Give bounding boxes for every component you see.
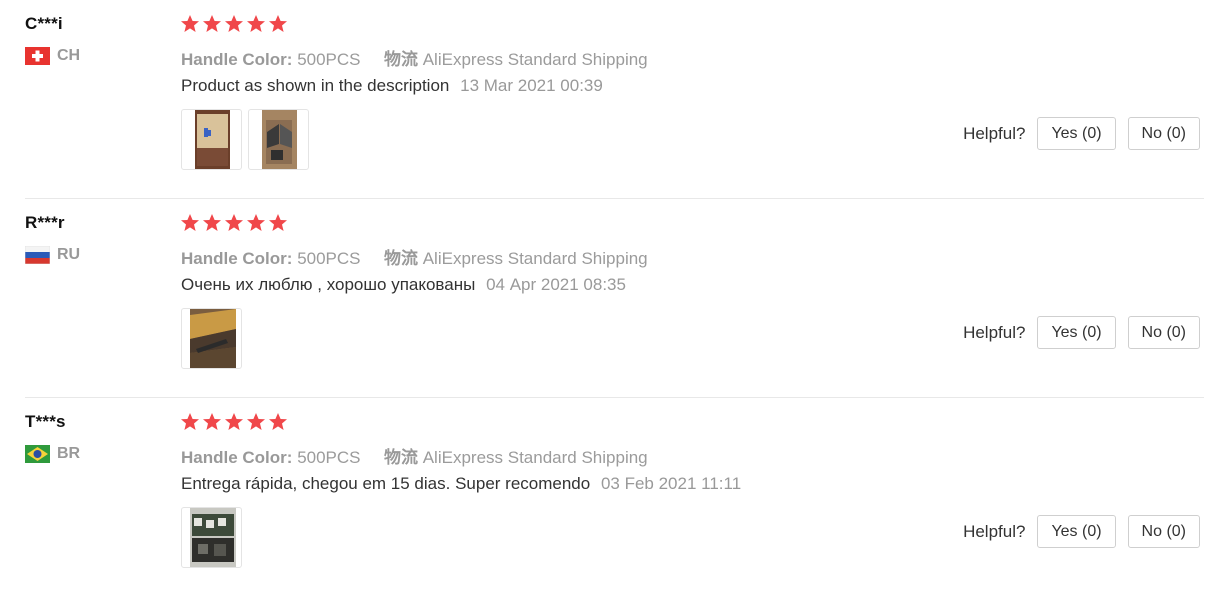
star-icon bbox=[203, 413, 221, 430]
star-icon bbox=[269, 413, 287, 430]
country-code: RU bbox=[57, 246, 81, 263]
star-icon bbox=[225, 214, 243, 231]
review-photo-thumbnail[interactable] bbox=[181, 308, 242, 369]
star-icon bbox=[203, 15, 221, 32]
star-icon bbox=[181, 413, 199, 430]
attribute-label: Handle Color: bbox=[181, 448, 293, 467]
review-photos bbox=[181, 109, 309, 170]
logistics-label: 物流 bbox=[383, 249, 418, 268]
switzerland-flag-icon bbox=[25, 47, 50, 65]
star-rating bbox=[180, 213, 288, 233]
star-icon bbox=[269, 214, 287, 231]
logistics-value: AliExpress Standard Shipping bbox=[422, 249, 648, 268]
review-list: C***i CH Handle Color: 500PCS 物流 AliExpr… bbox=[0, 0, 1229, 595]
feedback-text: Очень их люблю , хорошо упакованы bbox=[181, 275, 476, 294]
order-info: Handle Color: 500PCS 物流 AliExpress Stand… bbox=[181, 443, 648, 468]
logistics-value: AliExpress Standard Shipping bbox=[422, 50, 648, 69]
reviewer-country: RU bbox=[25, 246, 80, 264]
reviewer-country: BR bbox=[25, 445, 80, 463]
star-icon bbox=[203, 214, 221, 231]
feedback-text: Product as shown in the description bbox=[181, 76, 450, 95]
review-photos bbox=[181, 507, 242, 568]
helpful-no-button[interactable]: No (0) bbox=[1127, 117, 1200, 150]
feedback-text: Entrega rápida, chegou em 15 dias. Super… bbox=[181, 474, 591, 493]
order-info: Handle Color: 500PCS 物流 AliExpress Stand… bbox=[181, 45, 648, 70]
logistics-label: 物流 bbox=[383, 50, 418, 69]
logistics-label: 物流 bbox=[383, 448, 418, 467]
review-photo-thumbnail[interactable] bbox=[248, 109, 309, 170]
helpful-section: Helpful? Yes (0) No (0) bbox=[963, 117, 1200, 150]
helpful-no-button[interactable]: No (0) bbox=[1127, 515, 1200, 548]
star-icon bbox=[181, 214, 199, 231]
star-icon bbox=[247, 413, 265, 430]
review-date: 13 Mar 2021 00:39 bbox=[460, 76, 603, 95]
star-icon bbox=[181, 15, 199, 32]
feedback-text-row: Очень их люблю , хорошо упакованы 04 Apr… bbox=[181, 275, 626, 295]
russia-flag-icon bbox=[25, 246, 50, 264]
logistics-value: AliExpress Standard Shipping bbox=[422, 448, 648, 467]
attribute-label: Handle Color: bbox=[181, 249, 293, 268]
reviewer-name: T***s bbox=[25, 412, 66, 431]
helpful-label: Helpful? bbox=[963, 521, 1026, 541]
country-code: CH bbox=[57, 47, 81, 64]
helpful-no-button[interactable]: No (0) bbox=[1127, 316, 1200, 349]
brazil-flag-icon bbox=[25, 445, 50, 463]
reviewer-country: CH bbox=[25, 47, 80, 65]
review-item: C***i CH Handle Color: 500PCS 物流 AliExpr… bbox=[0, 0, 1229, 199]
reviewer-name: R***r bbox=[25, 213, 65, 232]
helpful-yes-button[interactable]: Yes (0) bbox=[1037, 316, 1116, 349]
attribute-value: 500PCS bbox=[297, 249, 361, 268]
review-photos bbox=[181, 308, 242, 369]
reviewer-name: C***i bbox=[25, 14, 63, 33]
attribute-value: 500PCS bbox=[297, 50, 361, 69]
review-item: T***s BR Handle Color: 500PCS 物流 AliExpr… bbox=[0, 398, 1229, 595]
feedback-text-row: Product as shown in the description 13 M… bbox=[181, 76, 603, 96]
helpful-section: Helpful? Yes (0) No (0) bbox=[963, 515, 1200, 548]
helpful-yes-button[interactable]: Yes (0) bbox=[1037, 117, 1116, 150]
star-rating bbox=[180, 412, 288, 432]
attribute-label: Handle Color: bbox=[181, 50, 293, 69]
star-icon bbox=[247, 214, 265, 231]
helpful-section: Helpful? Yes (0) No (0) bbox=[963, 316, 1200, 349]
review-item: R***r RU Handle Color: 500PCS 物流 AliExpr… bbox=[0, 199, 1229, 398]
country-code: BR bbox=[57, 445, 81, 462]
helpful-label: Helpful? bbox=[963, 322, 1026, 342]
review-date: 03 Feb 2021 11:11 bbox=[600, 474, 742, 493]
review-photo-thumbnail[interactable] bbox=[181, 109, 242, 170]
review-date: 04 Apr 2021 08:35 bbox=[486, 275, 626, 294]
star-icon bbox=[247, 15, 265, 32]
star-icon bbox=[225, 15, 243, 32]
helpful-yes-button[interactable]: Yes (0) bbox=[1037, 515, 1116, 548]
helpful-label: Helpful? bbox=[963, 123, 1026, 143]
feedback-text-row: Entrega rápida, chegou em 15 dias. Super… bbox=[181, 474, 741, 494]
star-icon bbox=[269, 15, 287, 32]
attribute-value: 500PCS bbox=[297, 448, 361, 467]
review-photo-thumbnail[interactable] bbox=[181, 507, 242, 568]
star-rating bbox=[180, 14, 288, 34]
star-icon bbox=[225, 413, 243, 430]
order-info: Handle Color: 500PCS 物流 AliExpress Stand… bbox=[181, 244, 648, 269]
